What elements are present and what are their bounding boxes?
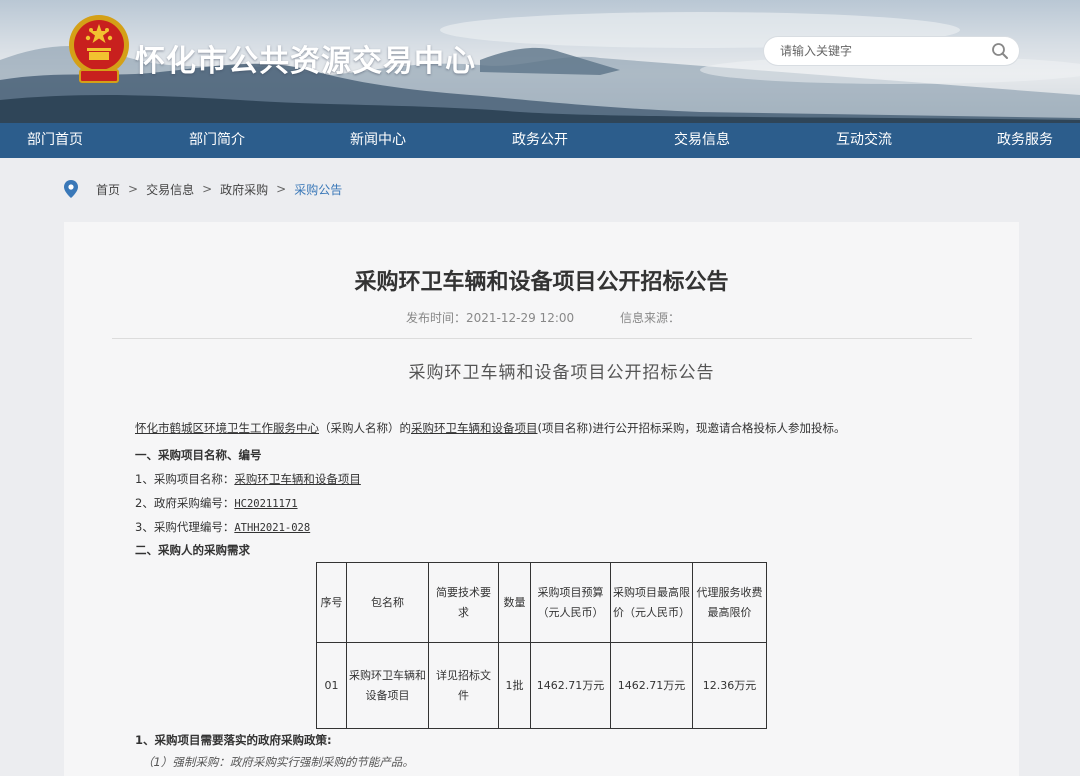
policy-label: 1、采购项目需要落实的政府采购政策: [135, 732, 332, 748]
item-value: HC20211171 [234, 498, 298, 510]
policy-item: （1）强制采购：政府采购实行强制采购的节能产品。 [142, 755, 414, 769]
article-title: 采购环卫车辆和设备项目公开招标公告 [354, 270, 729, 295]
nav-trade-info[interactable]: 交易信息 [674, 123, 730, 158]
breadcrumb: 首页 > 交易信息 > 政府采购 > 采购公告 [64, 178, 342, 200]
table-header-cell: 简要技术要求 [428, 562, 499, 643]
table-cell: 1批 [498, 642, 531, 729]
search-icon[interactable] [991, 42, 1009, 60]
purchaser-name: 怀化市鹤城区环境卫生工作服务中心 [135, 421, 319, 435]
breadcrumb-separator: > [202, 182, 213, 196]
location-pin-icon [64, 180, 78, 198]
site-title: 怀化市公共资源交易中心 [135, 44, 476, 79]
table-cell: 1462.71万元 [610, 642, 693, 729]
nav-public-affairs[interactable]: 政务公开 [512, 123, 568, 158]
table-cell: 采购环卫车辆和设备项目 [346, 642, 429, 729]
requirements-table: 序号 包名称 简要技术要求 数量 采购项目预算（元人民币） 采购项目最高限价（元… [316, 562, 767, 729]
table-header-row: 序号 包名称 简要技术要求 数量 采购项目预算（元人民币） 采购项目最高限价（元… [316, 562, 767, 643]
table-cell: 详见招标文件 [428, 642, 499, 729]
nav-about[interactable]: 部门简介 [189, 123, 245, 158]
article-card: 采购环卫车辆和设备项目公开招标公告 发布时间：2021-12-29 12:00 … [64, 222, 1019, 776]
breadcrumb-separator: > [128, 182, 139, 196]
item-label: 3、采购代理编号： [135, 520, 235, 534]
publish-time: 发布时间：2021-12-29 12:00 [406, 311, 575, 325]
table-header-cell: 采购项目预算（元人民币） [530, 562, 611, 643]
item-label: 1、采购项目名称： [135, 472, 235, 486]
item-label: 2、政府采购编号： [135, 496, 235, 510]
item-value: 采购环卫车辆和设备项目 [234, 472, 361, 486]
info-source: 信息来源： [620, 311, 681, 325]
nav-services[interactable]: 政务服务 [997, 123, 1053, 158]
breadcrumb-gov-procurement[interactable]: 政府采购 [220, 181, 268, 198]
title-divider [112, 338, 972, 339]
policy-label-text: 1、采购项目需要落实的政府采购政策: [135, 733, 332, 747]
nav-interaction[interactable]: 互动交流 [836, 123, 892, 158]
table-header-cell: 代理服务收费最高限价 [692, 562, 767, 643]
item-project-name: 1、采购项目名称：采购环卫车辆和设备项目 [135, 471, 361, 487]
search-input[interactable] [780, 41, 980, 61]
national-emblem-icon [69, 15, 129, 83]
section-heading-2: 二、采购人的采购需求 [135, 543, 250, 557]
table-header-cell: 数量 [498, 562, 531, 643]
nav-home[interactable]: 部门首页 [27, 123, 83, 158]
table-cell: 12.36万元 [692, 642, 767, 729]
table-header-cell: 包名称 [346, 562, 429, 643]
breadcrumb-procurement-notice[interactable]: 采购公告 [294, 181, 342, 198]
article-subtitle: 采购环卫车辆和设备项目公开招标公告 [408, 363, 715, 383]
table-cell: 1462.71万元 [530, 642, 611, 729]
intro-paragraph: 怀化市鹤城区环境卫生工作服务中心（采购人名称）的采购环卫车辆和设备项目(项目名称… [135, 420, 845, 436]
section-heading-1: 一、采购项目名称、编号 [135, 448, 262, 462]
main-nav: 部门首页 部门简介 新闻中心 政务公开 交易信息 互动交流 政务服务 [0, 123, 1080, 158]
project-name: 采购环卫车辆和设备项目 [411, 421, 538, 435]
item-value: ATHH2021-028 [234, 522, 311, 534]
item-gov-code: 2、政府采购编号：HC20211171 [135, 495, 298, 511]
nav-news[interactable]: 新闻中心 [350, 123, 406, 158]
project-note: (项目名称)进行公开招标采购，现邀请合格投标人参加投标。 [537, 421, 846, 435]
breadcrumb-home[interactable]: 首页 [96, 181, 120, 198]
table-row: 01 采购环卫车辆和设备项目 详见招标文件 1批 1462.71万元 1462.… [316, 642, 767, 729]
breadcrumb-separator: > [276, 182, 287, 196]
item-agency-code: 3、采购代理编号：ATHH2021-028 [135, 519, 310, 535]
table-header-cell: 序号 [316, 562, 347, 643]
purchaser-note: （采购人名称）的 [319, 421, 411, 435]
breadcrumb-trade-info[interactable]: 交易信息 [146, 181, 194, 198]
search-box[interactable] [764, 37, 1019, 65]
header-banner: 怀化市公共资源交易中心 [0, 0, 1080, 123]
table-cell: 01 [316, 642, 347, 729]
table-header-cell: 采购项目最高限价（元人民币） [610, 562, 693, 643]
